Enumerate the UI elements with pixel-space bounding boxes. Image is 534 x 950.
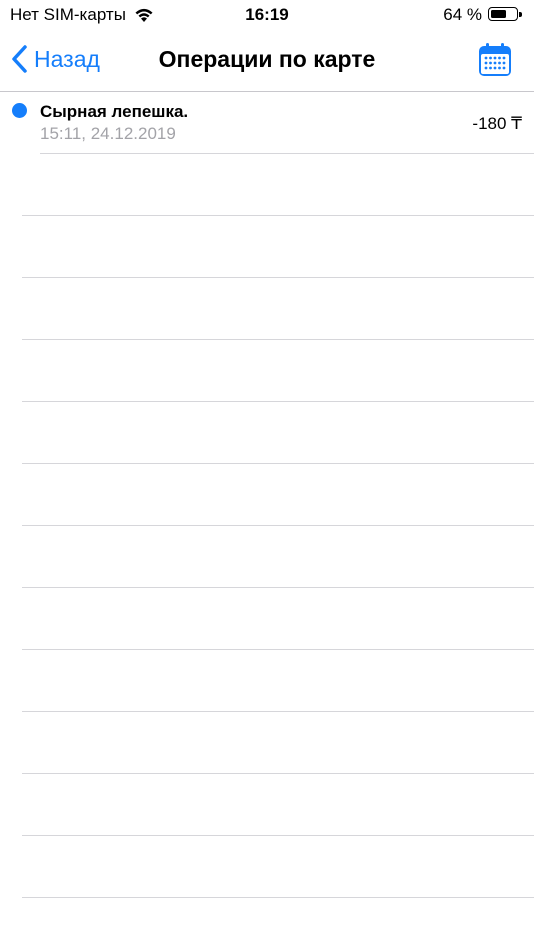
page-title: Операции по карте — [158, 46, 376, 72]
empty-row — [22, 464, 534, 526]
operation-title: Сырная лепешка. — [40, 102, 189, 121]
empty-row — [22, 278, 534, 340]
battery-icon — [488, 7, 524, 23]
operation-row[interactable]: Сырная лепешка. 15:11, 24.12.2019 -180 ₸ — [12, 92, 534, 154]
empty-row — [22, 774, 534, 836]
empty-row — [22, 712, 534, 774]
navigation-bar: Назад Операции по карте — [0, 30, 534, 92]
empty-row — [22, 216, 534, 278]
operations-list: Сырная лепешка. 15:11, 24.12.2019 -180 ₸ — [0, 92, 534, 898]
unread-dot-icon — [12, 103, 27, 118]
calendar-icon — [479, 43, 511, 76]
empty-row — [22, 650, 534, 712]
empty-row — [22, 588, 534, 650]
battery-fill — [491, 10, 507, 18]
operation-datetime: 15:11, 24.12.2019 — [40, 124, 176, 143]
empty-row — [22, 526, 534, 588]
status-bar: Нет SIM-карты 16:19 64 % — [0, 0, 534, 30]
empty-row — [22, 154, 534, 216]
empty-row — [22, 340, 534, 402]
battery-percent: 64 % — [443, 5, 482, 24]
operation-amount: -180 ₸ — [472, 114, 522, 133]
empty-row — [22, 402, 534, 464]
calendar-button[interactable] — [478, 43, 512, 77]
battery-group: 64 % — [443, 5, 524, 25]
empty-row — [22, 836, 534, 898]
